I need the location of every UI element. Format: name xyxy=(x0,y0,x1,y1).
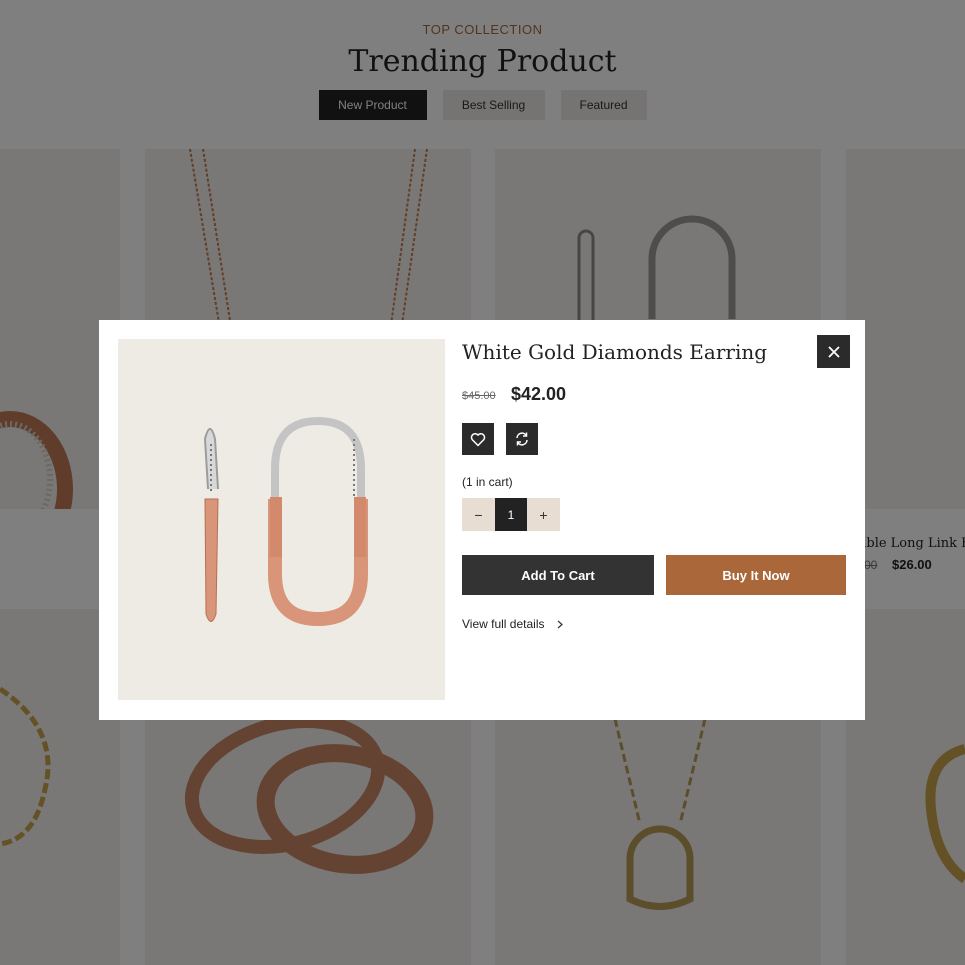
view-details-label: View full details xyxy=(462,617,545,631)
buy-it-now-button[interactable]: Buy It Now xyxy=(666,555,846,595)
refresh-icon xyxy=(516,432,528,446)
heart-icon xyxy=(470,432,486,446)
decrease-quantity-button[interactable]: − xyxy=(462,498,495,531)
add-to-cart-button[interactable]: Add To Cart xyxy=(462,555,654,595)
product-image xyxy=(118,339,445,700)
product-title: White Gold Diamonds Earring xyxy=(462,340,768,364)
current-price: $42.00 xyxy=(511,384,567,404)
increase-quantity-button[interactable]: + xyxy=(527,498,560,531)
close-button[interactable] xyxy=(817,335,850,368)
quantity-input[interactable] xyxy=(495,498,527,531)
close-icon xyxy=(827,345,840,358)
old-price: $45.00 xyxy=(462,390,496,402)
quantity-stepper: − + xyxy=(462,498,560,531)
view-full-details-link[interactable]: View full details xyxy=(462,617,563,631)
compare-button[interactable] xyxy=(506,423,538,455)
in-cart-text: (1 in cart) xyxy=(462,475,513,489)
chevron-right-icon xyxy=(557,620,563,628)
quick-view-modal: White Gold Diamonds Earring $45.00 $42.0… xyxy=(99,320,865,720)
wishlist-button[interactable] xyxy=(462,423,494,455)
